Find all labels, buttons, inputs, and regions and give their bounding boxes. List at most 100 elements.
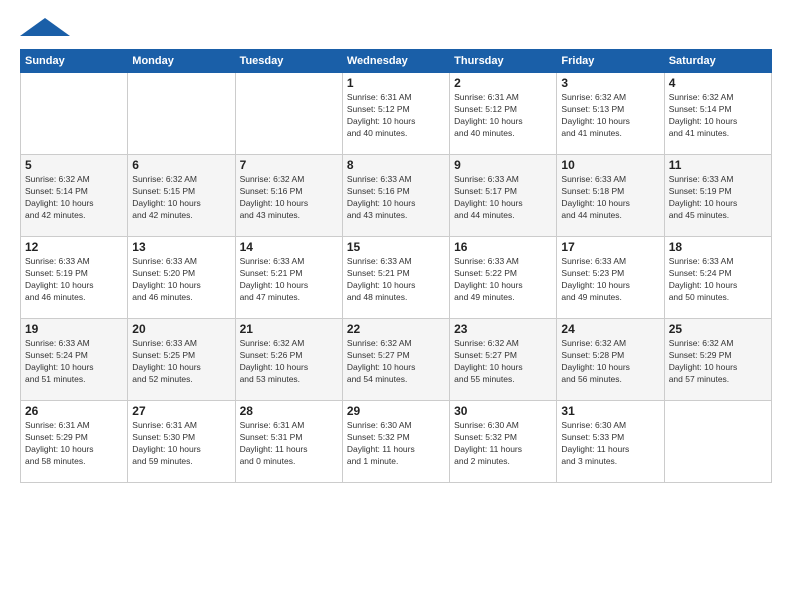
calendar-table: SundayMondayTuesdayWednesdayThursdayFrid…	[20, 49, 772, 483]
day-number: 29	[347, 404, 445, 418]
day-cell: 9 Sunrise: 6:33 AM Sunset: 5:17 PM Daylig…	[450, 155, 557, 237]
day-cell: 23 Sunrise: 6:32 AM Sunset: 5:27 PM Dayli…	[450, 319, 557, 401]
day-cell: 31 Sunrise: 6:30 AM Sunset: 5:33 PM Dayli…	[557, 401, 664, 483]
day-cell: 6 Sunrise: 6:32 AM Sunset: 5:15 PM Daylig…	[128, 155, 235, 237]
day-number: 23	[454, 322, 552, 336]
day-info: Sunrise: 6:31 AM Sunset: 5:12 PM Dayligh…	[347, 92, 445, 140]
day-cell: 30 Sunrise: 6:30 AM Sunset: 5:32 PM Dayli…	[450, 401, 557, 483]
day-info: Sunrise: 6:30 AM Sunset: 5:32 PM Dayligh…	[347, 420, 445, 468]
day-cell: 5 Sunrise: 6:32 AM Sunset: 5:14 PM Daylig…	[21, 155, 128, 237]
day-cell: 29 Sunrise: 6:30 AM Sunset: 5:32 PM Dayli…	[342, 401, 449, 483]
day-number: 9	[454, 158, 552, 172]
day-cell: 25 Sunrise: 6:32 AM Sunset: 5:29 PM Dayli…	[664, 319, 771, 401]
week-row-3: 12 Sunrise: 6:33 AM Sunset: 5:19 PM Dayli…	[21, 237, 772, 319]
day-info: Sunrise: 6:33 AM Sunset: 5:24 PM Dayligh…	[25, 338, 123, 386]
day-number: 15	[347, 240, 445, 254]
day-cell: 7 Sunrise: 6:32 AM Sunset: 5:16 PM Daylig…	[235, 155, 342, 237]
day-info: Sunrise: 6:33 AM Sunset: 5:21 PM Dayligh…	[347, 256, 445, 304]
day-number: 21	[240, 322, 338, 336]
day-info: Sunrise: 6:33 AM Sunset: 5:17 PM Dayligh…	[454, 174, 552, 222]
day-cell: 15 Sunrise: 6:33 AM Sunset: 5:21 PM Dayli…	[342, 237, 449, 319]
day-number: 27	[132, 404, 230, 418]
day-cell: 1 Sunrise: 6:31 AM Sunset: 5:12 PM Daylig…	[342, 73, 449, 155]
day-info: Sunrise: 6:32 AM Sunset: 5:26 PM Dayligh…	[240, 338, 338, 386]
day-cell: 10 Sunrise: 6:33 AM Sunset: 5:18 PM Dayli…	[557, 155, 664, 237]
day-cell: 16 Sunrise: 6:33 AM Sunset: 5:22 PM Dayli…	[450, 237, 557, 319]
day-cell: 19 Sunrise: 6:33 AM Sunset: 5:24 PM Dayli…	[21, 319, 128, 401]
day-info: Sunrise: 6:33 AM Sunset: 5:18 PM Dayligh…	[561, 174, 659, 222]
day-info: Sunrise: 6:32 AM Sunset: 5:27 PM Dayligh…	[347, 338, 445, 386]
day-cell: 26 Sunrise: 6:31 AM Sunset: 5:29 PM Dayli…	[21, 401, 128, 483]
day-cell: 24 Sunrise: 6:32 AM Sunset: 5:28 PM Dayli…	[557, 319, 664, 401]
day-number: 22	[347, 322, 445, 336]
day-info: Sunrise: 6:33 AM Sunset: 5:19 PM Dayligh…	[669, 174, 767, 222]
day-info: Sunrise: 6:33 AM Sunset: 5:23 PM Dayligh…	[561, 256, 659, 304]
logo-icon	[20, 18, 70, 36]
day-number: 4	[669, 76, 767, 90]
day-cell	[664, 401, 771, 483]
day-number: 20	[132, 322, 230, 336]
weekday-header-saturday: Saturday	[664, 50, 771, 73]
day-number: 25	[669, 322, 767, 336]
weekday-header-wednesday: Wednesday	[342, 50, 449, 73]
day-cell	[235, 73, 342, 155]
day-info: Sunrise: 6:33 AM Sunset: 5:20 PM Dayligh…	[132, 256, 230, 304]
day-number: 31	[561, 404, 659, 418]
day-number: 3	[561, 76, 659, 90]
day-cell: 18 Sunrise: 6:33 AM Sunset: 5:24 PM Dayli…	[664, 237, 771, 319]
week-row-4: 19 Sunrise: 6:33 AM Sunset: 5:24 PM Dayli…	[21, 319, 772, 401]
week-row-5: 26 Sunrise: 6:31 AM Sunset: 5:29 PM Dayli…	[21, 401, 772, 483]
day-info: Sunrise: 6:32 AM Sunset: 5:29 PM Dayligh…	[669, 338, 767, 386]
day-info: Sunrise: 6:33 AM Sunset: 5:21 PM Dayligh…	[240, 256, 338, 304]
day-number: 30	[454, 404, 552, 418]
day-info: Sunrise: 6:33 AM Sunset: 5:16 PM Dayligh…	[347, 174, 445, 222]
day-info: Sunrise: 6:32 AM Sunset: 5:28 PM Dayligh…	[561, 338, 659, 386]
day-cell: 22 Sunrise: 6:32 AM Sunset: 5:27 PM Dayli…	[342, 319, 449, 401]
day-info: Sunrise: 6:33 AM Sunset: 5:19 PM Dayligh…	[25, 256, 123, 304]
day-number: 7	[240, 158, 338, 172]
day-info: Sunrise: 6:30 AM Sunset: 5:32 PM Dayligh…	[454, 420, 552, 468]
day-number: 13	[132, 240, 230, 254]
day-cell: 2Sunrise: 6:31 AM Sunset: 5:12 PM Daylig…	[450, 73, 557, 155]
day-number: 5	[25, 158, 123, 172]
day-number: 2	[454, 76, 552, 90]
day-number: 12	[25, 240, 123, 254]
day-number: 6	[132, 158, 230, 172]
day-cell: 3 Sunrise: 6:32 AM Sunset: 5:13 PM Daylig…	[557, 73, 664, 155]
day-cell: 12 Sunrise: 6:33 AM Sunset: 5:19 PM Dayli…	[21, 237, 128, 319]
day-cell: 20 Sunrise: 6:33 AM Sunset: 5:25 PM Dayli…	[128, 319, 235, 401]
day-number: 26	[25, 404, 123, 418]
day-info: Sunrise: 6:31 AM Sunset: 5:29 PM Dayligh…	[25, 420, 123, 468]
day-cell: 8 Sunrise: 6:33 AM Sunset: 5:16 PM Daylig…	[342, 155, 449, 237]
day-info: Sunrise: 6:32 AM Sunset: 5:27 PM Dayligh…	[454, 338, 552, 386]
day-info: Sunrise: 6:31 AM Sunset: 5:31 PM Dayligh…	[240, 420, 338, 468]
day-cell: 14 Sunrise: 6:33 AM Sunset: 5:21 PM Dayli…	[235, 237, 342, 319]
day-cell: 27Sunrise: 6:31 AM Sunset: 5:30 PM Dayli…	[128, 401, 235, 483]
day-info: Sunrise: 6:30 AM Sunset: 5:33 PM Dayligh…	[561, 420, 659, 468]
day-number: 14	[240, 240, 338, 254]
day-info: Sunrise: 6:32 AM Sunset: 5:15 PM Dayligh…	[132, 174, 230, 222]
day-number: 17	[561, 240, 659, 254]
day-info: Sunrise: 6:33 AM Sunset: 5:24 PM Dayligh…	[669, 256, 767, 304]
weekday-header-row: SundayMondayTuesdayWednesdayThursdayFrid…	[21, 50, 772, 73]
day-number: 1	[347, 76, 445, 90]
day-info: Sunrise: 6:33 AM Sunset: 5:22 PM Dayligh…	[454, 256, 552, 304]
day-info: Sunrise: 6:32 AM Sunset: 5:14 PM Dayligh…	[25, 174, 123, 222]
day-number: 8	[347, 158, 445, 172]
day-info: Sunrise: 6:33 AM Sunset: 5:25 PM Dayligh…	[132, 338, 230, 386]
day-number: 19	[25, 322, 123, 336]
day-number: 24	[561, 322, 659, 336]
day-cell: 4Sunrise: 6:32 AM Sunset: 5:14 PM Daylig…	[664, 73, 771, 155]
day-info: Sunrise: 6:32 AM Sunset: 5:16 PM Dayligh…	[240, 174, 338, 222]
day-number: 18	[669, 240, 767, 254]
day-number: 16	[454, 240, 552, 254]
logo	[20, 18, 70, 41]
weekday-header-monday: Monday	[128, 50, 235, 73]
day-info: Sunrise: 6:32 AM Sunset: 5:13 PM Dayligh…	[561, 92, 659, 140]
weekday-header-tuesday: Tuesday	[235, 50, 342, 73]
week-row-2: 5 Sunrise: 6:32 AM Sunset: 5:14 PM Daylig…	[21, 155, 772, 237]
day-cell: 11Sunrise: 6:33 AM Sunset: 5:19 PM Dayli…	[664, 155, 771, 237]
day-cell	[21, 73, 128, 155]
weekday-header-sunday: Sunday	[21, 50, 128, 73]
day-number: 10	[561, 158, 659, 172]
